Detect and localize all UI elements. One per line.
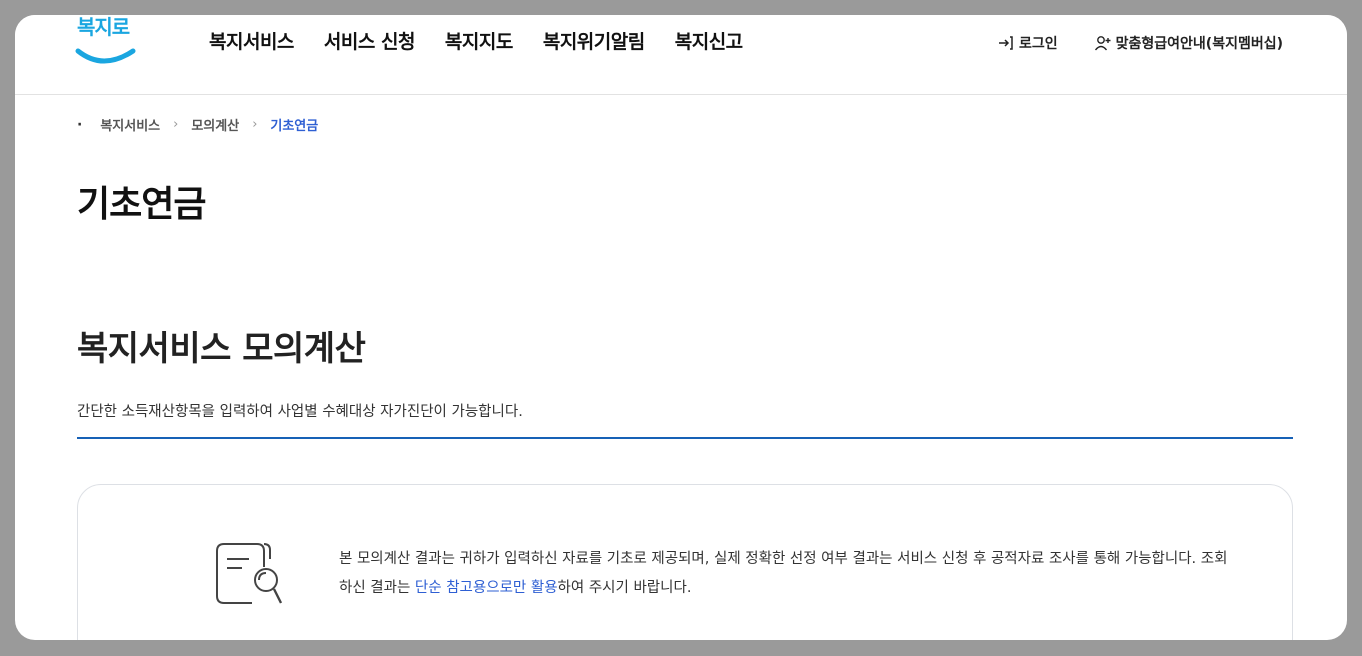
breadcrumb-item-simulation[interactable]: 모의계산 (191, 115, 239, 134)
site-header: 복지로 복지서비스 서비스 신청 복지지도 복지위기알림 복지신고 로그인 맞춤… (15, 15, 1347, 95)
chevron-right-icon: › (252, 117, 258, 132)
document-search-icon (216, 543, 283, 604)
breadcrumb-item-welfare-service[interactable]: 복지서비스 (100, 115, 160, 134)
browser-window: 복지로 복지서비스 서비스 신청 복지지도 복지위기알림 복지신고 로그인 맞춤… (15, 15, 1347, 640)
login-link[interactable]: 로그인 (997, 33, 1058, 53)
util-menu: 로그인 맞춤형급여안내(복지멤버십) (997, 33, 1283, 53)
main-nav: 복지서비스 서비스 신청 복지지도 복지위기알림 복지신고 (209, 27, 743, 54)
logo-smile-icon (75, 48, 136, 64)
membership-link[interactable]: 맞춤형급여안내(복지멤버십) (1094, 33, 1283, 53)
login-label: 로그인 (1019, 36, 1058, 52)
login-icon (999, 36, 1013, 50)
nav-welfare-service[interactable]: 복지서비스 (209, 27, 294, 54)
page-title: 기초연금 (77, 184, 206, 225)
notice-text-highlight: 단순 참고용으로만 활용 (414, 580, 558, 596)
section-description: 간단한 소득재산항목을 입력하여 사업별 수혜대상 자가진단이 가능합니다. (77, 404, 523, 420)
user-add-icon (1094, 36, 1111, 51)
nav-crisis-alert[interactable]: 복지위기알림 (543, 27, 645, 54)
membership-label: 맞춤형급여안내(복지멤버십) (1115, 36, 1283, 52)
breadcrumb-item-current[interactable]: 기초연금 (270, 115, 318, 134)
chevron-right-icon: › (173, 117, 179, 132)
nav-service-apply[interactable]: 서비스 신청 (324, 27, 416, 54)
breadcrumb: · 복지서비스 › 모의계산 › 기초연금 (77, 115, 318, 135)
notice-box: 본 모의계산 결과는 귀하가 입력하신 자료를 기초로 제공되며, 실제 정확한… (77, 484, 1293, 640)
section-divider (77, 437, 1293, 439)
breadcrumb-bullet: · (77, 116, 83, 133)
notice-text-end: 하여 주시기 바랍니다. (557, 580, 692, 596)
nav-welfare-map[interactable]: 복지지도 (445, 27, 513, 54)
site-logo[interactable]: 복지로 (75, 15, 139, 67)
section-title: 복지서비스 모의계산 (77, 329, 366, 369)
notice-text: 본 모의계산 결과는 귀하가 입력하신 자료를 기초로 제공되며, 실제 정확한… (339, 545, 1234, 603)
nav-welfare-report[interactable]: 복지신고 (675, 27, 743, 54)
